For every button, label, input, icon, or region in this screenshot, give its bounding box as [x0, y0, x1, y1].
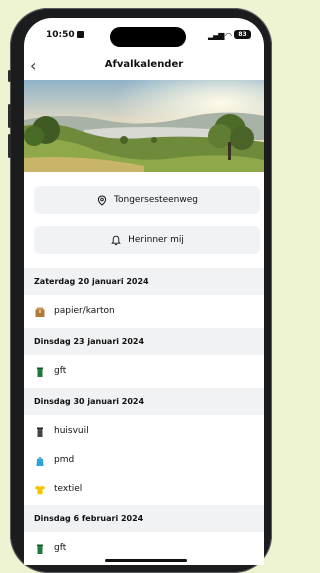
date-header: Dinsdag 6 februari 2024 — [24, 505, 264, 532]
date-header: Dinsdag 30 januari 2024 — [24, 388, 264, 415]
location-pin-icon — [96, 194, 108, 206]
list-item: papier/karton — [24, 297, 264, 326]
nav-bar: ‹ Afvalkalender — [24, 56, 264, 78]
reminder-button[interactable]: Herinner mij — [34, 226, 260, 254]
list-item: textiel — [24, 475, 264, 504]
status-bar: 10:50 ▂▄▆ ◠ 83 — [24, 18, 264, 56]
bell-icon — [110, 234, 122, 246]
list-item: huisvuil — [24, 417, 264, 446]
app-screen: 10:50 ▂▄▆ ◠ 83 ‹ Afvalkalender Tongerses… — [24, 18, 264, 565]
volume-down-button — [8, 134, 11, 158]
green-bin-icon — [34, 543, 46, 555]
date-header: Zaterdag 20 januari 2024 — [24, 268, 264, 295]
location-button[interactable]: Tongersesteenweg — [34, 186, 260, 214]
location-label: Tongersesteenweg — [114, 195, 198, 205]
battery-icon: 83 — [234, 30, 251, 39]
green-bin-icon — [34, 366, 46, 378]
silent-switch — [8, 70, 11, 82]
list-item: gft — [24, 357, 264, 386]
home-indicator[interactable] — [105, 559, 187, 562]
page-title: Afvalkalender — [104, 59, 184, 70]
cardboard-box-icon — [34, 306, 46, 318]
tshirt-icon — [34, 484, 46, 496]
hero-landscape-image — [24, 80, 264, 172]
grey-bin-icon — [34, 426, 46, 438]
volume-up-button — [8, 104, 11, 128]
dynamic-island — [110, 27, 186, 47]
blue-bag-icon — [34, 455, 46, 467]
status-time: 10:50 — [46, 30, 84, 40]
date-header: Dinsdag 23 januari 2024 — [24, 328, 264, 355]
reminder-label: Herinner mij — [128, 235, 184, 245]
list-item: pmd — [24, 446, 264, 475]
signal-wifi-icon: ▂▄▆ ◠ — [208, 31, 232, 40]
